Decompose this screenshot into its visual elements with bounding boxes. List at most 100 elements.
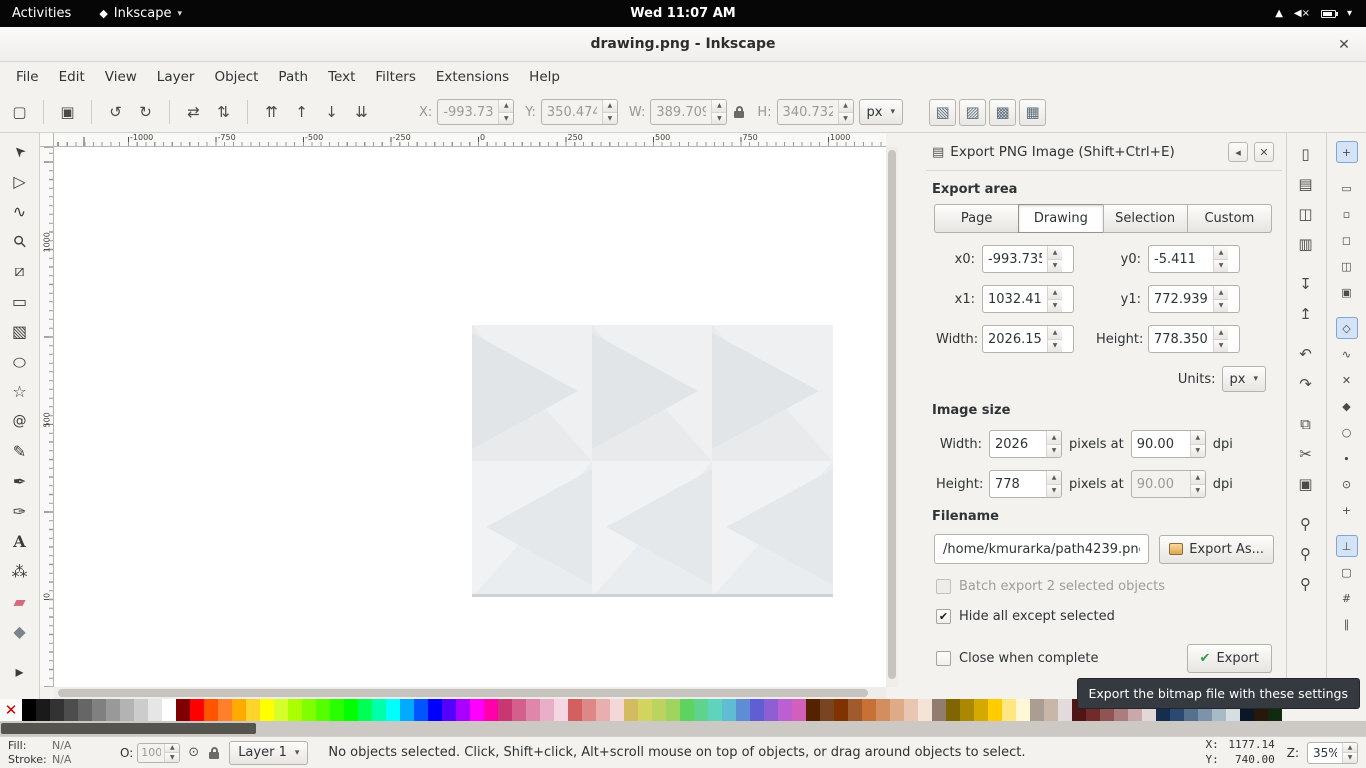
palette-swatch-17[interactable]: [260, 699, 274, 721]
x0-spin-down[interactable]: ▼: [1048, 260, 1062, 273]
selection-x-spin-down[interactable]: ▼: [499, 113, 513, 125]
canvas-vscrollbar[interactable]: [886, 147, 898, 687]
menu-edit[interactable]: Edit: [49, 64, 95, 90]
menu-object[interactable]: Object: [204, 64, 268, 90]
raise-to-top-button[interactable]: ⇈: [258, 99, 285, 126]
palette-swatch-25[interactable]: [372, 699, 386, 721]
selection-x-input[interactable]: [438, 100, 498, 124]
dialog-dock-button[interactable]: ◂: [1228, 142, 1248, 162]
palette-swatch-41[interactable]: [596, 699, 610, 721]
ruler-v[interactable]: 10005000: [40, 147, 54, 687]
image-height-spin-up[interactable]: ▲: [1047, 471, 1061, 485]
snap-page-border-button[interactable]: ▢: [1336, 561, 1358, 583]
palette-swatch-50[interactable]: [722, 699, 736, 721]
deselect-button[interactable]: ▣: [54, 99, 81, 126]
network-icon[interactable]: ▲: [1275, 8, 1283, 19]
width-dpi-spin-down[interactable]: ▼: [1191, 445, 1205, 458]
x1-input[interactable]: [983, 286, 1047, 312]
selection-width-spin-up[interactable]: ▲: [712, 100, 726, 113]
palette-scrollbar-thumb[interactable]: [1, 723, 256, 734]
snap-bbox-edge-midpoints-button[interactable]: ◫: [1336, 255, 1358, 277]
print-document-button[interactable]: ▥: [1292, 230, 1320, 258]
area-width-spin[interactable]: ▲▼: [982, 325, 1074, 353]
palette-swatch-56[interactable]: [806, 699, 820, 721]
filename-input[interactable]: [934, 534, 1149, 564]
menu-view[interactable]: View: [95, 64, 147, 90]
palette-swatch-74[interactable]: [1058, 699, 1072, 721]
zoom-spin-up[interactable]: ▲: [1343, 743, 1357, 754]
image-width-input[interactable]: [990, 431, 1046, 457]
palette-swatch-73[interactable]: [1044, 699, 1058, 721]
palette-swatch-37[interactable]: [540, 699, 554, 721]
rotate-90-ccw-button[interactable]: ↺: [102, 99, 129, 126]
spray-tool-button[interactable]: ⁂: [5, 557, 35, 585]
area-height-spin-arrows[interactable]: ▲▼: [1213, 326, 1228, 352]
palette-swatch-58[interactable]: [834, 699, 848, 721]
image-width-spin[interactable]: ▲▼: [989, 430, 1062, 458]
y0-spin-arrows[interactable]: ▲▼: [1213, 246, 1228, 272]
palette-swatch-3[interactable]: [64, 699, 78, 721]
image-width-spin-down[interactable]: ▼: [1047, 445, 1061, 458]
selection-height-spin-up[interactable]: ▲: [839, 100, 853, 113]
flip-horizontal-button[interactable]: ⇄: [180, 99, 207, 126]
palette-swatch-32[interactable]: [470, 699, 484, 721]
palette-swatch-13[interactable]: [204, 699, 218, 721]
palette-swatch-48[interactable]: [694, 699, 708, 721]
canvas-hscrollbar-thumb[interactable]: [58, 689, 868, 697]
palette-swatch-36[interactable]: [526, 699, 540, 721]
paint-bucket-tool-button[interactable]: ◆: [5, 617, 35, 645]
palette-swatch-40[interactable]: [582, 699, 596, 721]
app-menu-button[interactable]: ◆ Inkscape ▾: [99, 6, 182, 21]
text-tool-button[interactable]: A: [5, 527, 35, 555]
palette-swatch-6[interactable]: [106, 699, 120, 721]
new-document-button[interactable]: ▯: [1292, 140, 1320, 168]
y0-spin[interactable]: ▲▼: [1148, 245, 1240, 273]
canvas-drawing[interactable]: [472, 325, 833, 597]
palette-swatch-70[interactable]: [1002, 699, 1016, 721]
paste-button[interactable]: ▣: [1292, 470, 1320, 498]
palette-swatch-46[interactable]: [666, 699, 680, 721]
image-height-spin-arrows[interactable]: ▲▼: [1046, 471, 1061, 497]
snap-cusp-nodes-button[interactable]: ◆: [1336, 395, 1358, 417]
snap-bbox-edges-button[interactable]: ▫: [1336, 203, 1358, 225]
palette-swatch-33[interactable]: [484, 699, 498, 721]
palette-swatch-26[interactable]: [386, 699, 400, 721]
toolbar-units-combo[interactable]: px▾: [859, 99, 903, 125]
palette-swatch-69[interactable]: [988, 699, 1002, 721]
zoom-tool-button[interactable]: ⚲: [5, 227, 35, 255]
palette-swatch-66[interactable]: [946, 699, 960, 721]
y1-input[interactable]: [1149, 286, 1213, 312]
export-area-page-button[interactable]: Page: [934, 204, 1019, 233]
y1-spin-down[interactable]: ▼: [1214, 300, 1228, 313]
image-height-spin-down[interactable]: ▼: [1047, 485, 1061, 498]
selection-y-spin-arrows[interactable]: ▲▼: [602, 100, 617, 124]
node-editor-tool-button[interactable]: ▷: [5, 167, 35, 195]
area-height-input[interactable]: [1149, 326, 1213, 352]
dialog-close-button[interactable]: ✕: [1254, 142, 1274, 162]
export-area-drawing-button[interactable]: Drawing: [1018, 204, 1103, 233]
snap-paths-button[interactable]: ∿: [1336, 343, 1358, 365]
volume-muted-icon[interactable]: ◀×: [1294, 8, 1310, 19]
close-checkbox[interactable]: [936, 651, 951, 666]
raise-button[interactable]: ↑: [288, 99, 315, 126]
area-width-spin-down[interactable]: ▼: [1048, 340, 1062, 353]
image-width-spin-up[interactable]: ▲: [1047, 431, 1061, 445]
selection-y-spin-down[interactable]: ▼: [603, 113, 617, 125]
activities-button[interactable]: Activities: [12, 6, 71, 21]
snap-text-baseline-button[interactable]: ⊥: [1336, 535, 1358, 557]
palette-scrollbar[interactable]: [0, 721, 1366, 736]
palette-swatch-72[interactable]: [1030, 699, 1044, 721]
opacity-input[interactable]: [138, 744, 164, 762]
palette-swatch-11[interactable]: [176, 699, 190, 721]
palette-swatch-9[interactable]: [148, 699, 162, 721]
image-height-spin[interactable]: ▲▼: [989, 470, 1062, 498]
selection-width-spin[interactable]: ▲▼: [650, 99, 727, 125]
y0-spin-up[interactable]: ▲: [1214, 246, 1228, 260]
y1-spin[interactable]: ▲▼: [1148, 285, 1240, 313]
scale-stroke-toggle-button[interactable]: ▧: [929, 99, 956, 126]
area-height-spin-down[interactable]: ▼: [1214, 340, 1228, 353]
menu-help[interactable]: Help: [519, 64, 570, 90]
selection-width-spin-arrows[interactable]: ▲▼: [711, 100, 726, 124]
pencil-tool-button[interactable]: ✎: [5, 437, 35, 465]
snap-guides-button[interactable]: ∥: [1336, 613, 1358, 635]
